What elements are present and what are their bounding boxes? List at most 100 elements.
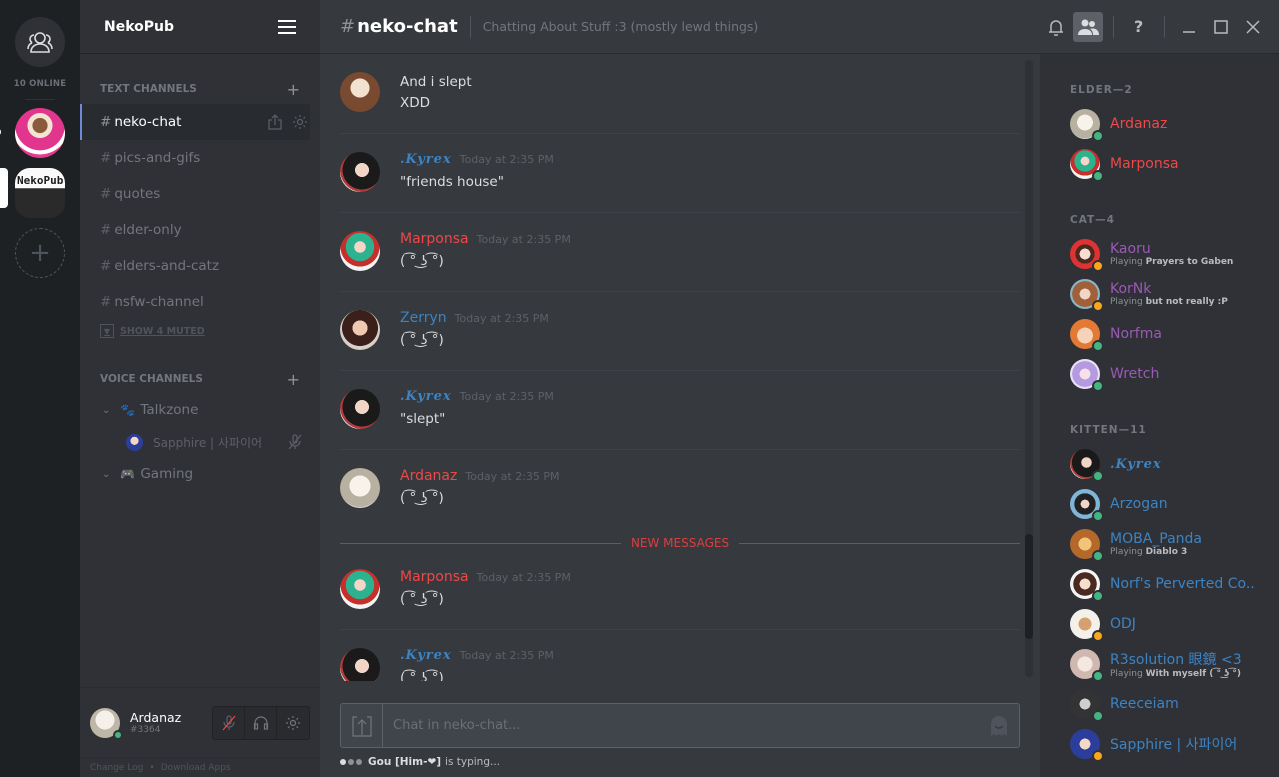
member-name: R3solution 眼鏡 <3: [1110, 652, 1242, 668]
member-list: ELDER—2 Ardanaz Marponsa CAT—4 Kaoru Playing …: [1040, 54, 1279, 764]
avatar[interactable]: [340, 231, 380, 271]
voice-channel-gaming[interactable]: ⌄ 🎮 Gaming: [80, 456, 320, 492]
member-item[interactable]: Arzogan: [1070, 484, 1269, 524]
message-text: ( ͡° ͜ʖ ͡°): [400, 490, 444, 506]
member-item[interactable]: Norf's Perverted Co..: [1070, 564, 1269, 604]
composer: Gou [Him-❤] is typing...: [320, 681, 1040, 777]
channel-nsfw-channel[interactable]: # nsfw-channel: [80, 284, 320, 320]
avatar: [1070, 649, 1104, 682]
channel-pics-and-gifs[interactable]: # pics-and-gifs: [80, 140, 320, 176]
scrollbar[interactable]: [1025, 60, 1033, 677]
member-item[interactable]: .Kyrex: [1070, 444, 1269, 484]
chevron-down-icon: ⌄: [102, 468, 111, 480]
scrollbar-thumb[interactable]: [1025, 534, 1033, 639]
channel-elder-only[interactable]: # elder-only: [80, 212, 320, 248]
show-muted-button[interactable]: ▼ SHOW 4 MUTED: [80, 320, 320, 342]
message-author[interactable]: .Kyrex: [400, 389, 452, 404]
avatar[interactable]: [340, 152, 380, 192]
message-author[interactable]: Zerryn: [400, 310, 447, 326]
divider: [469, 15, 471, 38]
status-indicator: [1092, 340, 1104, 352]
member-name: Ardanaz: [1110, 116, 1168, 132]
status-indicator: [1092, 380, 1104, 392]
message-text: XDD: [400, 95, 431, 111]
avatar[interactable]: [340, 310, 380, 350]
message-author[interactable]: .Kyrex: [400, 152, 452, 167]
member-item[interactable]: Ardanaz: [1070, 104, 1269, 144]
member-list-toggle[interactable]: [1072, 11, 1103, 42]
member-group-header: CAT—4: [1070, 214, 1115, 226]
message-group: Zerryn Today at 2:35 PM ( ͡° ͜ʖ ͡°): [340, 292, 1020, 371]
message-author[interactable]: Marponsa: [400, 569, 469, 585]
create-voice-channel-button[interactable]: +: [287, 370, 300, 389]
add-server-button[interactable]: +: [15, 228, 65, 278]
message-text: ( ͡° ͜ʖ ͡°): [400, 332, 444, 348]
deafen-button[interactable]: [245, 706, 277, 739]
voice-channel-talkzone[interactable]: ⌄ 🐾 Talkzone: [80, 392, 320, 428]
avatar[interactable]: [340, 72, 380, 112]
create-channel-button[interactable]: +: [287, 80, 300, 99]
member-item[interactable]: Marponsa: [1070, 144, 1269, 184]
avatar: [1070, 449, 1104, 482]
voice-channels-category[interactable]: VOICE CHANNELS +: [80, 370, 320, 389]
text-channels-category[interactable]: TEXT CHANNELS +: [80, 80, 320, 99]
guild-icon-nekopub[interactable]: NekoPub: [15, 168, 65, 218]
upload-button[interactable]: [341, 704, 383, 747]
notifications-button[interactable]: [1041, 12, 1071, 42]
divider: [1163, 15, 1165, 38]
message-author[interactable]: Ardanaz: [400, 468, 457, 484]
message-text: "slept": [400, 411, 446, 427]
channel-neko-chat[interactable]: # neko-chat: [80, 104, 310, 140]
typing-user: Gou [Him-❤]: [368, 756, 442, 768]
avatar: [1070, 149, 1104, 182]
header-toolbar: ?: [1040, 0, 1279, 54]
status-indicator: [113, 729, 123, 740]
channel-title: # neko-chat: [340, 16, 458, 37]
message-text: And i slept: [400, 74, 472, 90]
avatar[interactable]: [340, 569, 380, 609]
member-item[interactable]: R3solution 眼鏡 <3 Playing With myself ( ͡°…: [1070, 644, 1269, 684]
member-item[interactable]: MOBA_Panda Playing Diablo 3: [1070, 524, 1269, 564]
member-item[interactable]: Sapphire | 사파이어: [1070, 724, 1269, 764]
message-group: Marponsa Today at 2:35 PM ( ͡° ͜ʖ ͡°): [340, 551, 1020, 630]
discord-app: 10 ONLINE NekoPub + NekoPub TEXT CHANNEL…: [0, 0, 1279, 777]
avatar[interactable]: [340, 468, 380, 508]
download-apps-link[interactable]: Download Apps: [161, 763, 231, 773]
typing-text: is typing...: [445, 756, 501, 768]
help-button[interactable]: ?: [1124, 12, 1154, 42]
guild-header[interactable]: NekoPub: [80, 0, 320, 54]
close-button[interactable]: [1238, 12, 1268, 42]
avatar[interactable]: [340, 648, 380, 681]
member-item[interactable]: KorNk Playing but not really :P: [1070, 274, 1269, 314]
member-item[interactable]: Norfma: [1070, 314, 1269, 354]
friends-button[interactable]: [15, 17, 65, 67]
emoji-button[interactable]: [979, 715, 1019, 737]
member-item[interactable]: Wretch: [1070, 354, 1269, 394]
guild-icon-welcome[interactable]: [15, 108, 65, 158]
channel-elders-and-catz[interactable]: # elders-and-catz: [80, 248, 320, 284]
show-muted-label: SHOW 4 MUTED: [120, 325, 205, 337]
guild-label: NekoPub: [17, 174, 64, 187]
member-item[interactable]: Kaoru Playing Prayers to Gaben: [1070, 234, 1269, 274]
gear-icon[interactable]: [292, 114, 308, 130]
message-author[interactable]: .Kyrex: [400, 648, 452, 663]
member-item[interactable]: Reeceiam: [1070, 684, 1269, 724]
message-timestamp: Today at 2:35 PM: [476, 233, 571, 246]
message-author[interactable]: Marponsa: [400, 231, 469, 247]
avatar: [1070, 359, 1104, 392]
message-input[interactable]: [383, 704, 979, 747]
minimize-button[interactable]: [1175, 12, 1205, 42]
mute-button[interactable]: [213, 706, 245, 739]
avatar[interactable]: [90, 707, 123, 740]
user-settings-button[interactable]: [277, 707, 309, 739]
maximize-button[interactable]: [1206, 12, 1236, 42]
voice-user[interactable]: Sapphire | 사파이어: [80, 428, 320, 456]
hash-icon: #: [100, 222, 112, 238]
channel-quotes[interactable]: # quotes: [80, 176, 320, 212]
invite-icon[interactable]: [268, 114, 282, 130]
member-activity: Playing but not really :P: [1110, 297, 1228, 307]
member-item[interactable]: ODJ: [1070, 604, 1269, 644]
changelog-link[interactable]: Change Log: [90, 763, 143, 773]
avatar[interactable]: [340, 389, 380, 429]
menu-icon[interactable]: [278, 19, 296, 34]
